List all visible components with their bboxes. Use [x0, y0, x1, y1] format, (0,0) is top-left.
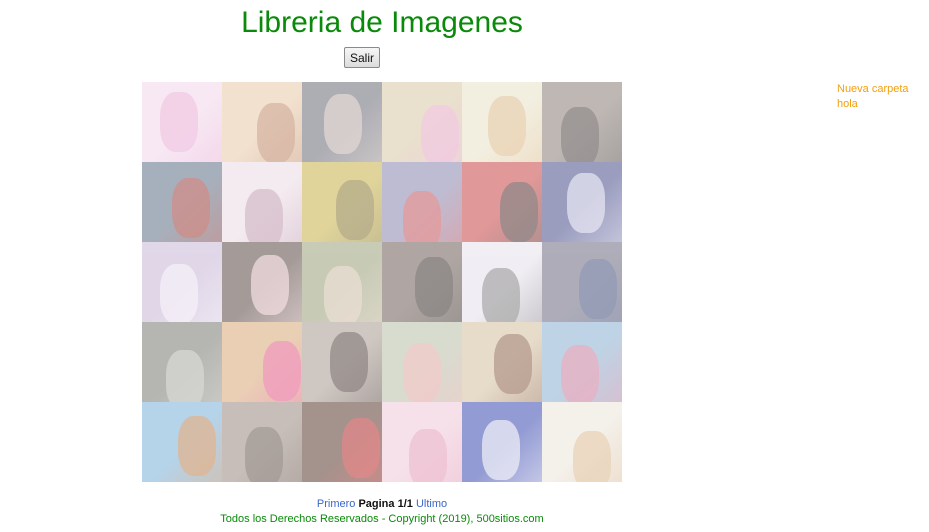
thumbnail-figure	[251, 255, 289, 315]
thumbnail-figure	[409, 429, 447, 482]
image-thumbnail[interactable]	[142, 242, 222, 322]
folder-link-hola[interactable]: hola	[837, 97, 909, 112]
image-thumbnail[interactable]	[542, 322, 622, 402]
thumbnail-figure	[494, 334, 532, 394]
thumbnail-figure	[324, 94, 362, 154]
thumbnail-figure	[403, 191, 441, 242]
image-thumbnail[interactable]	[142, 322, 222, 402]
thumbnail-figure	[166, 350, 204, 402]
image-thumbnail[interactable]	[542, 242, 622, 322]
image-thumbnail[interactable]	[302, 402, 382, 482]
image-thumbnail[interactable]	[462, 82, 542, 162]
last-page-link[interactable]: Ultimo	[416, 498, 447, 510]
image-thumbnail[interactable]	[382, 242, 462, 322]
image-thumbnail[interactable]	[462, 242, 542, 322]
thumbnail-figure	[330, 332, 368, 392]
thumbnail-figure	[482, 268, 520, 322]
thumbnail-figure	[488, 96, 526, 156]
pagination: Primero Pagina 1/1 Ultimo	[142, 497, 622, 511]
thumbnail-figure	[561, 345, 599, 402]
page-indicator: Pagina 1/1	[358, 498, 413, 510]
thumbnail-figure	[421, 105, 459, 162]
thumbnail-figure	[342, 418, 380, 478]
thumbnail-figure	[257, 103, 295, 162]
thumbnail-figure	[415, 257, 453, 317]
first-page-link[interactable]: Primero	[317, 498, 356, 510]
thumbnail-figure	[336, 180, 374, 240]
image-thumbnail[interactable]	[142, 82, 222, 162]
image-thumbnail[interactable]	[302, 162, 382, 242]
image-thumbnail[interactable]	[542, 162, 622, 242]
thumbnail-figure	[403, 343, 441, 402]
folder-list: Nueva carpeta hola	[837, 82, 909, 112]
thumbnail-figure	[567, 173, 605, 233]
image-thumbnail[interactable]	[462, 162, 542, 242]
image-thumbnail[interactable]	[542, 82, 622, 162]
image-thumbnail[interactable]	[302, 242, 382, 322]
image-thumbnail[interactable]	[462, 322, 542, 402]
thumbnail-figure	[579, 259, 617, 319]
thumbnail-figure	[160, 264, 198, 322]
image-thumbnail[interactable]	[382, 402, 462, 482]
thumbnail-figure	[160, 92, 198, 152]
image-thumbnail[interactable]	[462, 402, 542, 482]
thumbnail-figure	[324, 266, 362, 322]
image-thumbnail[interactable]	[142, 402, 222, 482]
image-thumbnail[interactable]	[382, 82, 462, 162]
thumbnail-figure	[573, 431, 611, 482]
thumbnail-figure	[245, 189, 283, 242]
logout-button[interactable]: Salir	[344, 47, 380, 68]
image-thumbnail[interactable]	[302, 82, 382, 162]
image-thumbnail[interactable]	[542, 402, 622, 482]
image-thumbnail[interactable]	[222, 322, 302, 402]
image-thumbnail[interactable]	[222, 242, 302, 322]
thumbnail-figure	[482, 420, 520, 480]
folder-link-nueva-carpeta[interactable]: Nueva carpeta	[837, 82, 909, 97]
image-thumbnail[interactable]	[222, 402, 302, 482]
image-thumbnail[interactable]	[222, 162, 302, 242]
copyright-footer: Todos los Derechos Reservados - Copyrigh…	[220, 513, 544, 525]
thumbnail-figure	[500, 182, 538, 242]
page: Libreria de Imagenes Salir Nueva carpeta…	[0, 0, 929, 532]
image-thumbnail[interactable]	[142, 162, 222, 242]
thumbnail-figure	[178, 416, 216, 476]
page-title: Libreria de Imagenes	[241, 6, 523, 39]
thumbnail-figure	[561, 107, 599, 162]
thumbnail-figure	[245, 427, 283, 482]
thumbnail-figure	[263, 341, 301, 401]
image-gallery	[142, 82, 622, 482]
image-thumbnail[interactable]	[382, 322, 462, 402]
image-thumbnail[interactable]	[382, 162, 462, 242]
image-thumbnail[interactable]	[222, 82, 302, 162]
image-thumbnail[interactable]	[302, 322, 382, 402]
thumbnail-figure	[172, 178, 210, 238]
